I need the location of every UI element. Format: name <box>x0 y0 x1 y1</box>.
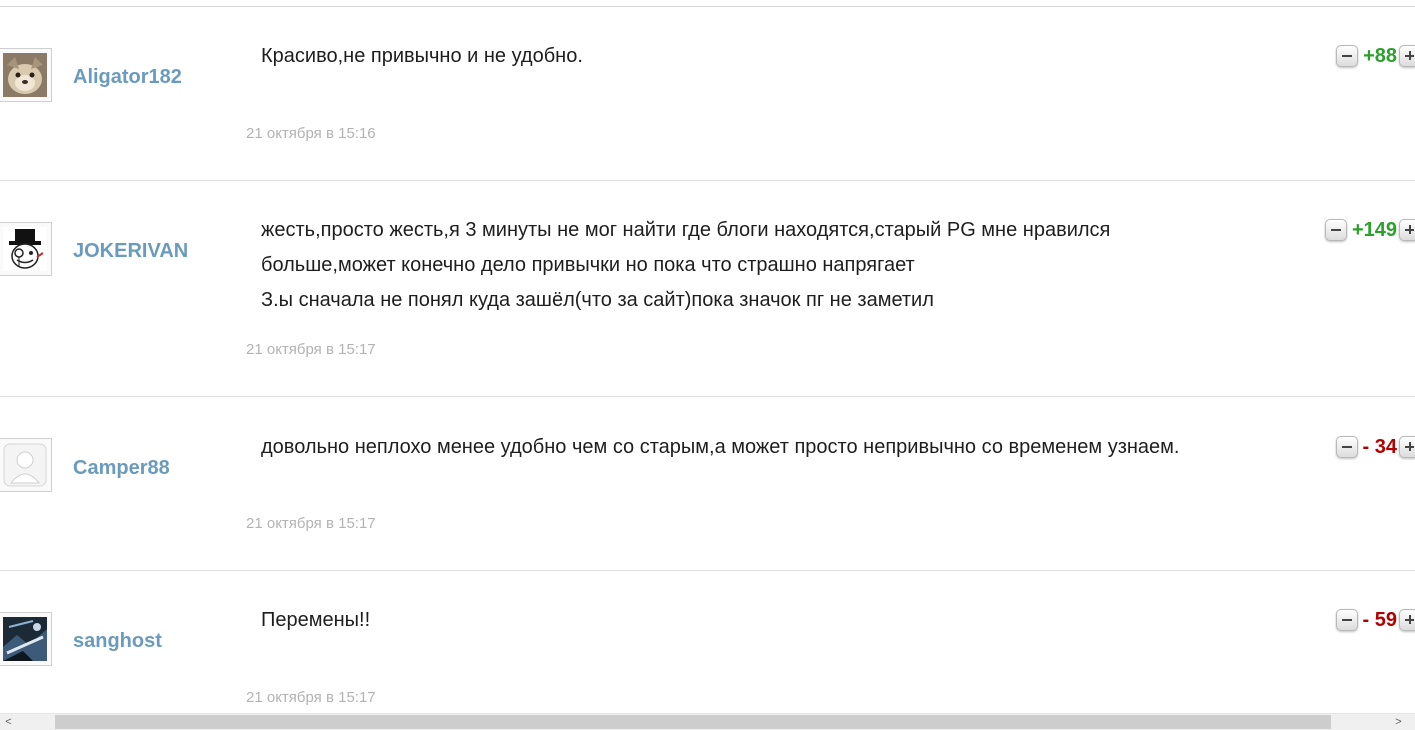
vote-up-button[interactable] <box>1399 219 1415 241</box>
vote-control: +88 <box>1336 43 1415 69</box>
vote-control: +149 <box>1324 217 1415 243</box>
score-value: - 34 <box>1363 436 1397 459</box>
vote-control: - 59 <box>1335 607 1415 633</box>
comment-separator <box>0 570 1415 571</box>
vote-control: - 34 <box>1335 434 1415 460</box>
vote-down-button[interactable] <box>1335 609 1358 631</box>
default-user-avatar-icon <box>3 443 47 487</box>
scrollbar-thumb[interactable] <box>55 715 1331 729</box>
vote-down-button[interactable] <box>1324 219 1347 241</box>
scroll-left-arrow-icon[interactable]: < <box>0 714 17 730</box>
vote-down-button[interactable] <box>1336 45 1359 67</box>
top-hat-monocle-avatar-icon <box>3 227 47 271</box>
score-value: +88 <box>1363 45 1397 68</box>
score-value: - 59 <box>1363 609 1397 632</box>
vote-up-button[interactable] <box>1399 436 1415 458</box>
score-sign: - <box>1362 435 1370 458</box>
score-sign: + <box>1363 44 1375 67</box>
vote-up-button[interactable] <box>1399 609 1415 631</box>
username-link[interactable]: JOKERIVAN <box>73 240 188 263</box>
comment-text: Перемены!! <box>261 603 370 638</box>
comment-line: З.ы сначала не понял куда зашёл(что за с… <box>261 289 934 311</box>
username-link[interactable]: Aligator182 <box>73 66 182 89</box>
comment-text: довольно неплохо менее удобно чем со ста… <box>261 430 1180 465</box>
score-number: 149 <box>1363 218 1397 241</box>
comment-line: Перемены!! <box>261 609 371 631</box>
comment-date: 21 октября в 15:17 <box>246 689 376 706</box>
avatar[interactable] <box>0 438 52 492</box>
username-link[interactable]: Camper88 <box>73 457 170 480</box>
comment-line: больше,может конечно дело привычки но по… <box>261 254 915 276</box>
scroll-right-arrow-icon[interactable]: > <box>1390 714 1407 730</box>
comment-separator <box>0 180 1415 181</box>
avatar[interactable] <box>0 612 52 666</box>
comment-date: 21 октября в 15:16 <box>246 125 376 142</box>
score-number: 59 <box>1374 608 1397 631</box>
score-number: 88 <box>1374 44 1397 67</box>
comment-line: жесть,просто жесть,я 3 минуты не мог най… <box>261 219 1111 241</box>
comment-text: Красиво,не привычно и не удобно. <box>261 39 583 74</box>
comment-date: 21 октября в 15:17 <box>246 341 376 358</box>
comment-line: Красиво,не привычно и не удобно. <box>261 45 583 67</box>
score-sign: + <box>1351 218 1364 241</box>
score-number: 34 <box>1374 435 1397 458</box>
vote-up-button[interactable] <box>1399 45 1415 67</box>
comment-separator <box>0 396 1415 397</box>
score-value: +149 <box>1352 219 1397 242</box>
score-sign: - <box>1362 608 1370 631</box>
horizontal-scrollbar[interactable]: < > <box>0 713 1415 730</box>
username-link[interactable]: sanghost <box>73 630 162 653</box>
comment-line: довольно неплохо менее удобно чем со ста… <box>261 436 1180 458</box>
avatar[interactable] <box>0 48 52 102</box>
vote-down-button[interactable] <box>1335 436 1358 458</box>
avatar[interactable] <box>0 222 52 276</box>
top-divider <box>0 6 1415 7</box>
game-scene-avatar-icon <box>3 617 47 661</box>
comments-page: Aligator182 Красиво,не привычно и не удо… <box>0 0 1415 730</box>
comment-text: жесть,просто жесть,я 3 минуты не мог най… <box>261 213 1110 318</box>
comment-date: 21 октября в 15:17 <box>246 515 376 532</box>
dog-avatar-icon <box>3 53 47 97</box>
